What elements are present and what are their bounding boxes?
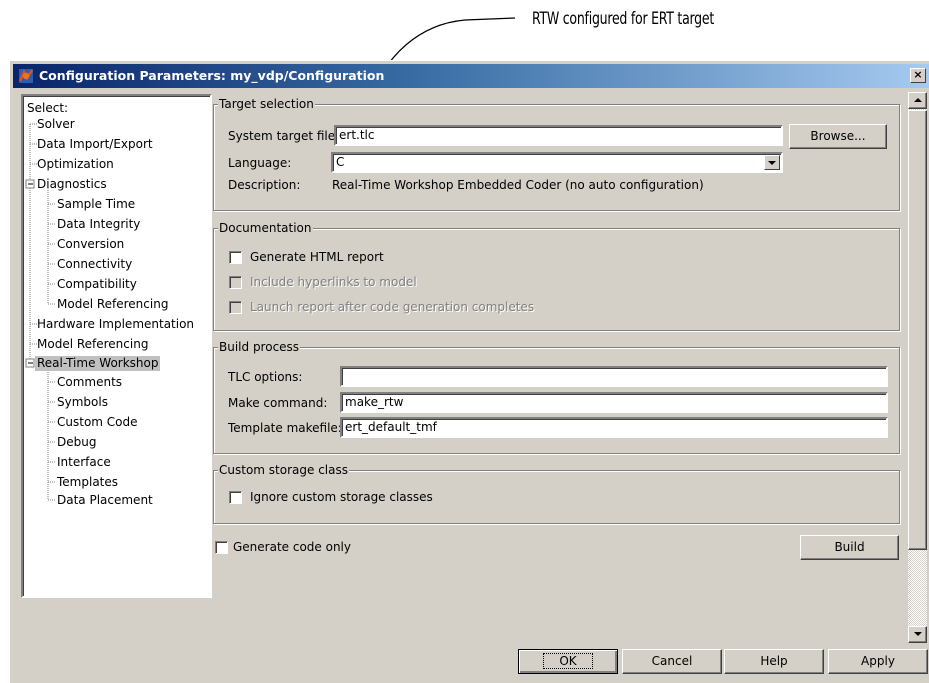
- cancel-button[interactable]: Cancel: [622, 649, 722, 674]
- generate-html-label: Generate HTML report: [250, 250, 384, 264]
- generate-code-only-checkbox[interactable]: [215, 541, 228, 554]
- window-title: Configuration Parameters: my_vdp/Configu…: [39, 68, 385, 83]
- scroll-down-icon[interactable]: [908, 626, 927, 643]
- include-hyperlinks-checkbox[interactable]: [229, 276, 242, 289]
- generate-code-only-label: Generate code only: [233, 540, 351, 554]
- generate-html-checkbox[interactable]: [229, 251, 242, 264]
- tree-item-data-placement[interactable]: Data Placement: [57, 493, 153, 508]
- tlc-options-label: TLC options:: [228, 370, 303, 384]
- documentation-group: Documentation Generate HTML report Inclu…: [213, 221, 900, 331]
- system-target-file-input[interactable]: ert.tlc: [334, 125, 783, 146]
- documentation-title: Documentation: [218, 221, 313, 235]
- tree-item-interface[interactable]: Interface: [57, 455, 111, 470]
- browse-button[interactable]: Browse...: [789, 124, 887, 149]
- build-process-group: Build process TLC options: Make command:…: [213, 340, 900, 454]
- template-makefile-input[interactable]: ert_default_tmf: [340, 417, 888, 438]
- category-tree[interactable]: Select: Solver Data Import/Export Optimi…: [21, 94, 212, 598]
- ok-button-label: OK: [543, 653, 593, 669]
- target-selection-title: Target selection: [218, 97, 315, 111]
- ok-button[interactable]: OK: [518, 649, 618, 674]
- tree-item-hardware-implementation[interactable]: Hardware Implementation: [37, 317, 194, 332]
- build-process-title: Build process: [218, 340, 301, 354]
- target-selection-group: Target selection System target file: ert…: [213, 97, 900, 211]
- vertical-scrollbar[interactable]: [908, 92, 927, 643]
- chevron-down-icon[interactable]: [764, 155, 780, 170]
- tree-item-real-time-workshop[interactable]: Real-Time Workshop: [35, 356, 161, 371]
- description-value: Real-Time Workshop Embedded Coder (no au…: [332, 178, 704, 192]
- tree-item-custom-code[interactable]: Custom Code: [57, 415, 138, 430]
- language-select-value: C: [336, 155, 345, 169]
- tlc-options-input[interactable]: [340, 366, 888, 387]
- tree-item-comments[interactable]: Comments: [57, 375, 122, 390]
- annotation-label: RTW configured for ERT target: [532, 9, 715, 29]
- scroll-up-icon[interactable]: [908, 92, 927, 109]
- tree-item-compatibility[interactable]: Compatibility: [57, 277, 137, 292]
- description-label: Description:: [228, 178, 301, 192]
- language-label: Language:: [228, 156, 292, 170]
- template-makefile-label: Template makefile:: [228, 421, 342, 435]
- tree-item-connectivity[interactable]: Connectivity: [57, 257, 132, 272]
- tree-item-templates[interactable]: Templates: [57, 475, 118, 490]
- tree-item-debug[interactable]: Debug: [57, 435, 96, 450]
- custom-storage-group: Custom storage class Ignore custom stora…: [213, 463, 900, 524]
- collapse-diagnostics-icon: [25, 179, 35, 189]
- tree-item-symbols[interactable]: Symbols: [57, 395, 108, 410]
- scrollbar-thumb[interactable]: [908, 110, 927, 550]
- apply-button[interactable]: Apply: [828, 649, 928, 674]
- help-button[interactable]: Help: [724, 649, 824, 674]
- close-icon: ×: [913, 68, 923, 81]
- make-command-label: Make command:: [228, 396, 328, 410]
- make-command-input[interactable]: make_rtw: [340, 392, 888, 413]
- tree-item-conversion[interactable]: Conversion: [57, 237, 124, 252]
- custom-storage-title: Custom storage class: [218, 463, 349, 477]
- simulink-app-icon: [18, 69, 34, 83]
- tree-item-model-referencing[interactable]: Model Referencing: [37, 337, 148, 352]
- configuration-parameters-dialog: Configuration Parameters: my_vdp/Configu…: [9, 60, 929, 683]
- tree-item-sample-time[interactable]: Sample Time: [57, 197, 135, 212]
- launch-report-label: Launch report after code generation comp…: [250, 300, 535, 314]
- tree-item-solver[interactable]: Solver: [37, 117, 75, 132]
- tree-item-data-integrity[interactable]: Data Integrity: [57, 217, 140, 232]
- tree-item-data-import-export[interactable]: Data Import/Export: [37, 137, 153, 152]
- system-target-file-label: System target file:: [228, 129, 340, 143]
- tree-item-diagnostics[interactable]: Diagnostics: [37, 177, 107, 192]
- build-button[interactable]: Build: [800, 535, 899, 560]
- close-button[interactable]: ×: [910, 68, 926, 83]
- launch-report-checkbox[interactable]: [229, 301, 242, 314]
- ignore-custom-storage-checkbox[interactable]: [229, 491, 242, 504]
- title-bar[interactable]: Configuration Parameters: my_vdp/Configu…: [13, 64, 929, 88]
- collapse-rtw-icon: [25, 358, 35, 368]
- ignore-custom-storage-label: Ignore custom storage classes: [250, 490, 433, 504]
- language-select[interactable]: C: [331, 152, 783, 173]
- include-hyperlinks-label: Include hyperlinks to model: [250, 275, 417, 289]
- tree-item-model-referencing-diag[interactable]: Model Referencing: [57, 297, 168, 312]
- tree-item-optimization[interactable]: Optimization: [37, 157, 114, 172]
